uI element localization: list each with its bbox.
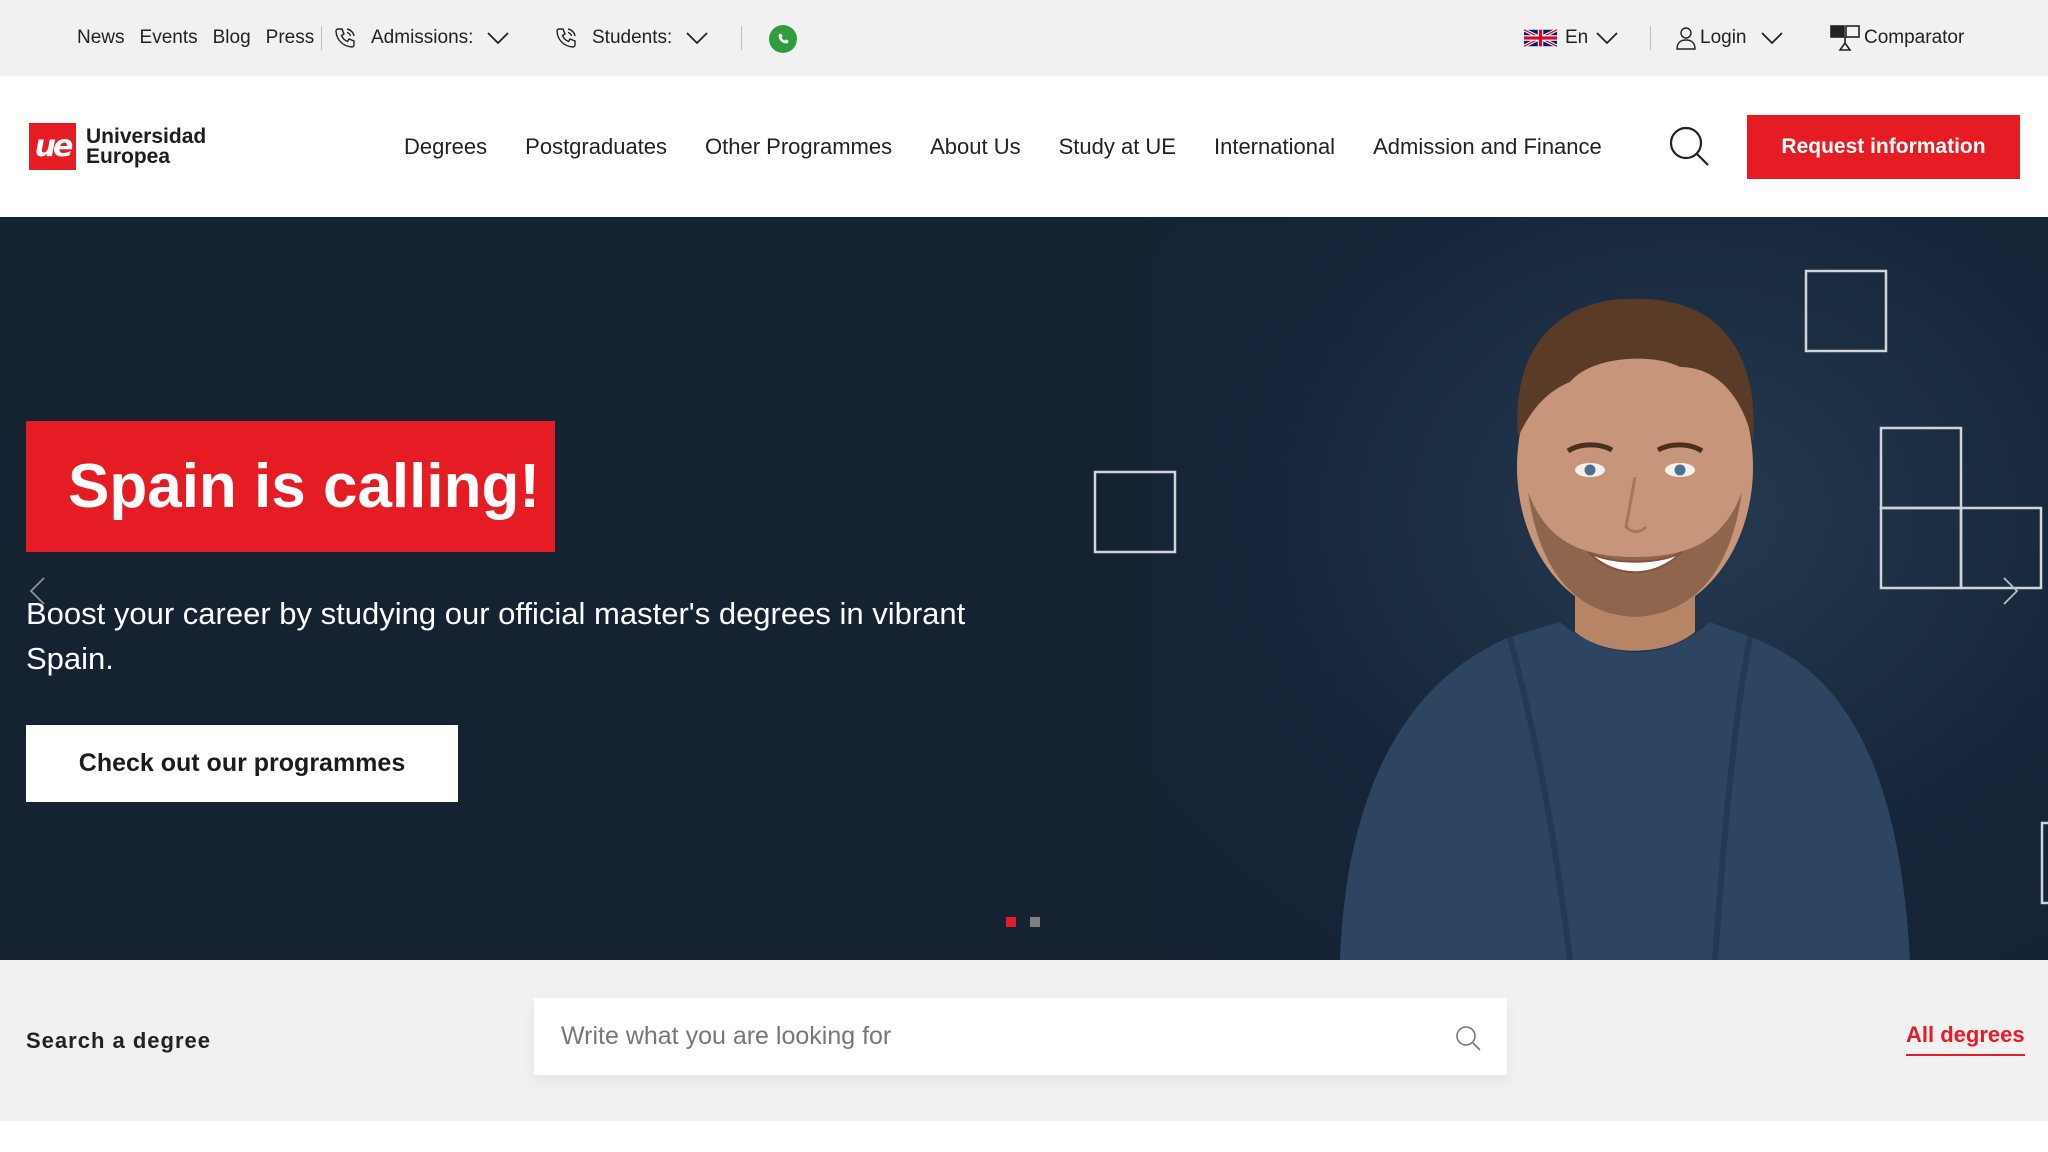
students-dropdown[interactable]: Students:	[554, 0, 708, 76]
hero-title: Spain is calling!	[26, 421, 555, 552]
request-information-button[interactable]: Request information	[1747, 115, 2020, 179]
main-header: ue Universidad Europea Degrees Postgradu…	[0, 76, 2048, 217]
students-label: Students:	[592, 27, 673, 48]
chevron-down-icon	[1596, 32, 1618, 45]
chevron-down-icon	[487, 32, 510, 45]
check-programmes-button[interactable]: Check out our programmes	[26, 725, 458, 802]
chevron-right-icon[interactable]	[2002, 576, 2020, 606]
utility-bar: News Events Blog Press Admissions: Stude…	[0, 0, 2048, 76]
search-icon[interactable]	[1455, 1025, 1481, 1051]
nav-item-study-at-ue[interactable]: Study at UE	[1059, 134, 1176, 160]
main-nav: Degrees Postgraduates Other Programmes A…	[404, 76, 1602, 217]
admissions-dropdown[interactable]: Admissions:	[333, 0, 510, 76]
decorative-squares	[1093, 269, 2048, 905]
language-selector[interactable]: En	[1524, 0, 1618, 76]
nav-item-postgraduates[interactable]: Postgraduates	[525, 134, 667, 160]
blog-link[interactable]: Blog	[213, 27, 251, 49]
comparator-icon	[1830, 25, 1860, 51]
nav-item-international[interactable]: International	[1214, 134, 1335, 160]
logo-line-2: Europea	[86, 144, 171, 168]
utility-links: News Events Blog Press	[77, 0, 314, 76]
carousel-dot-2[interactable]	[1030, 917, 1040, 927]
carousel-dot-1[interactable]	[1006, 917, 1016, 927]
all-degrees-link[interactable]: All degrees	[1906, 1022, 2025, 1056]
uk-flag-icon	[1524, 28, 1557, 48]
divider	[321, 26, 322, 50]
admissions-label: Admissions:	[371, 27, 474, 48]
chevron-down-icon	[1760, 32, 1783, 45]
logo-line-1: Universidad	[86, 124, 207, 148]
nav-item-about-us[interactable]: About Us	[930, 134, 1021, 160]
search-icon[interactable]	[1668, 125, 1710, 167]
logo-mark: ue	[29, 123, 76, 170]
user-icon	[1676, 27, 1696, 50]
divider	[1650, 26, 1651, 50]
hero-subtitle: Boost your career by studying our offici…	[26, 596, 966, 676]
chevron-down-icon	[686, 32, 708, 45]
comparator-link[interactable]: Comparator	[1830, 0, 1964, 76]
divider	[741, 26, 742, 50]
hero-carousel: Spain is calling! Boost your career by s…	[0, 217, 2048, 960]
comparator-label: Comparator	[1864, 27, 1965, 48]
nav-item-other-programmes[interactable]: Other Programmes	[705, 134, 892, 160]
press-link[interactable]: Press	[266, 27, 315, 49]
search-label: Search a degree	[26, 1027, 211, 1053]
nav-item-admission-finance[interactable]: Admission and Finance	[1373, 134, 1602, 160]
whatsapp-icon[interactable]	[769, 25, 797, 53]
chevron-left-icon[interactable]	[28, 576, 46, 606]
events-link[interactable]: Events	[140, 27, 198, 49]
news-link[interactable]: News	[77, 27, 125, 49]
degree-search-section: Search a degree	[0, 960, 2048, 1121]
nav-item-degrees[interactable]: Degrees	[404, 134, 487, 160]
phone-icon	[556, 28, 576, 48]
phone-icon	[335, 28, 355, 48]
search-box	[534, 998, 1507, 1075]
login-dropdown[interactable]: Login	[1676, 0, 1783, 76]
login-label: Login	[1700, 27, 1747, 48]
logo-wordmark: Universidad Europea	[86, 124, 207, 168]
carousel-pagination	[1006, 917, 1040, 927]
university-logo[interactable]: ue Universidad Europea	[29, 123, 206, 170]
language-label: En	[1565, 27, 1589, 48]
degree-search-input[interactable]	[534, 998, 1414, 1075]
